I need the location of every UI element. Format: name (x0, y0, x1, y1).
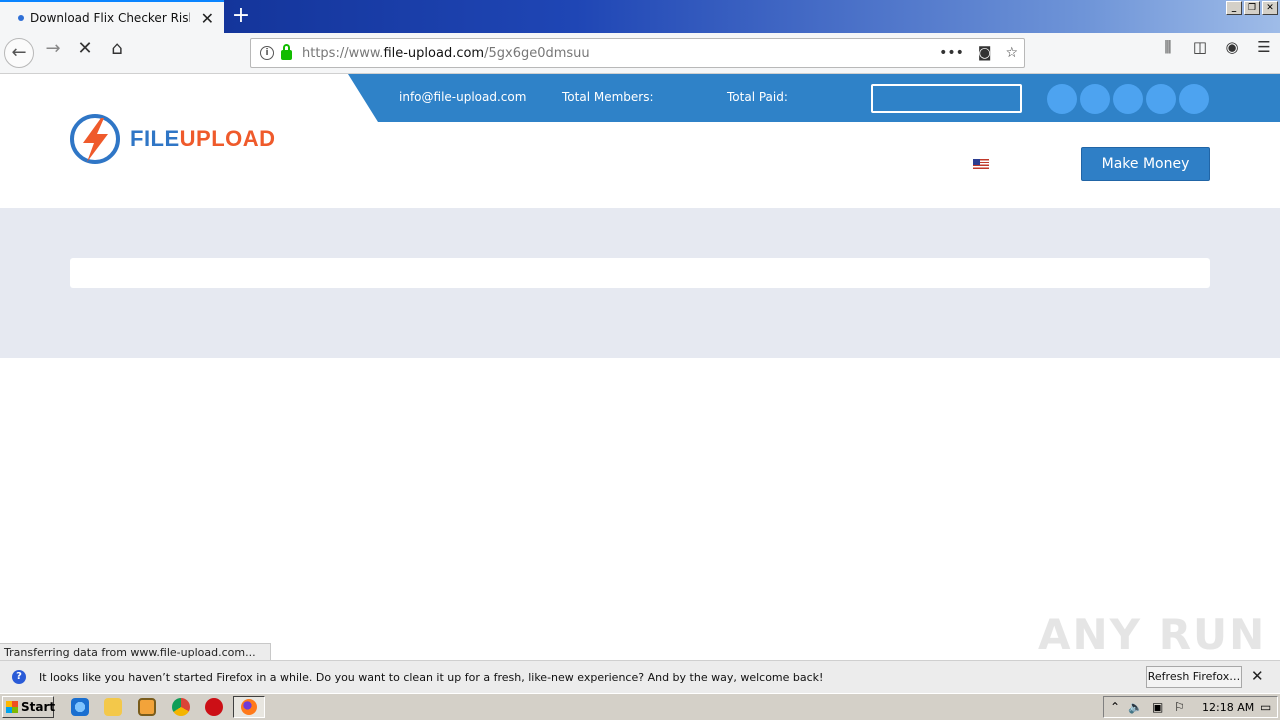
question-icon: ? (12, 670, 26, 684)
notification-message: It looks like you haven’t started Firefo… (39, 670, 824, 684)
taskbar: Start ⌃ 🔈 ▣ ⚐ 12:18 AM ▭ (0, 693, 1280, 720)
pocket-icon[interactable]: ◙ (978, 45, 992, 61)
url-bar[interactable]: i https://www.file-upload.com/5gx6ge0dms… (250, 38, 1025, 68)
logo-text-file: FILE (130, 126, 180, 151)
media-player-icon[interactable] (138, 698, 156, 716)
home-button[interactable]: ⌂ (102, 38, 132, 68)
page-actions-button[interactable]: ••• (939, 45, 964, 61)
flag-icon[interactable]: ⚐ (1174, 700, 1185, 714)
back-button[interactable]: ← (4, 38, 34, 68)
window-controls: _ ❐ ✕ (1226, 1, 1278, 15)
logo-text-upload: UPLOAD (179, 126, 276, 151)
url-text[interactable]: https://www.file-upload.com/5gx6ge0dmsuu (302, 46, 590, 61)
library-icon[interactable]: ⫼ (1152, 38, 1184, 68)
notification-close-icon[interactable]: ✕ (1251, 667, 1264, 685)
sidebar-icon[interactable]: ◫ (1184, 38, 1216, 68)
tab-title: Download Flix Checker Risky rar (30, 10, 190, 25)
opera-icon[interactable] (205, 698, 223, 716)
start-button[interactable]: Start (2, 696, 55, 718)
volume-icon[interactable]: 🔈 (1128, 700, 1143, 714)
new-tab-button[interactable]: + (228, 2, 254, 30)
make-money-button[interactable]: Make Money (1081, 147, 1210, 181)
network-icon[interactable]: ▣ (1152, 700, 1163, 714)
site-logo[interactable]: FILEUPLOAD (68, 112, 276, 166)
account-icon[interactable]: ◉ (1216, 38, 1248, 68)
browser-tab-bar: Download Flix Checker Risky rar ✕ + _ ❐ … (0, 0, 1280, 33)
tab-close-icon[interactable]: ✕ (201, 9, 214, 28)
web-page: info@file-upload.com Total Members: Tota… (0, 74, 1280, 660)
social-icon-5[interactable] (1179, 84, 1209, 114)
social-icon-3[interactable] (1113, 84, 1143, 114)
stop-button[interactable]: ✕ (70, 38, 100, 68)
total-paid-label: Total Paid: (727, 90, 788, 104)
menu-icon[interactable]: ☰ (1248, 38, 1280, 68)
window-close-button[interactable]: ✕ (1262, 1, 1278, 15)
content-band (0, 208, 1280, 358)
refresh-firefox-button[interactable]: Refresh Firefox… (1146, 666, 1242, 688)
ie-icon[interactable] (71, 698, 89, 716)
firefox-icon (241, 699, 257, 715)
system-tray: ⌃ 🔈 ▣ ⚐ 12:18 AM ▭ (1103, 696, 1278, 718)
browser-toolbar: ← → ✕ ⌂ i https://www.file-upload.com/5g… (0, 33, 1280, 74)
search-input[interactable] (871, 84, 1022, 113)
explorer-icon[interactable] (104, 698, 122, 716)
tab-favicon-icon (18, 14, 24, 21)
notification-bar: ? It looks like you haven’t started Fire… (0, 660, 1280, 693)
content-panel (70, 258, 1210, 288)
site-top-strip: info@file-upload.com Total Members: Tota… (348, 74, 1280, 122)
social-icon-1[interactable] (1047, 84, 1077, 114)
social-icon-2[interactable] (1080, 84, 1110, 114)
tray-expand-icon[interactable]: ⌃ (1110, 700, 1120, 714)
forward-button[interactable]: → (38, 38, 68, 68)
contact-email[interactable]: info@file-upload.com (399, 90, 526, 104)
star-icon[interactable]: ☆ (1005, 45, 1018, 61)
show-desktop-icon[interactable]: ▭ (1260, 700, 1271, 714)
restore-button[interactable]: ❐ (1244, 1, 1260, 15)
total-members-label: Total Members: (562, 90, 654, 104)
desktop: Download Flix Checker Risky rar ✕ + _ ❐ … (0, 0, 1280, 720)
status-bar: Transferring data from www.file-upload.c… (0, 643, 271, 660)
site-info-icon[interactable]: i (260, 46, 274, 60)
minimize-button[interactable]: _ (1226, 1, 1242, 15)
logo-bolt-icon (70, 114, 120, 164)
us-flag-icon[interactable] (973, 159, 989, 169)
chrome-icon[interactable] (172, 698, 190, 716)
lock-icon[interactable] (281, 44, 292, 60)
firefox-taskbar-button[interactable] (233, 696, 265, 718)
clock[interactable]: 12:18 AM (1202, 701, 1254, 714)
anyrun-watermark: ANY RUN (1038, 610, 1267, 659)
browser-tab[interactable]: Download Flix Checker Risky rar ✕ (0, 0, 224, 33)
social-links (1047, 84, 1209, 114)
social-icon-4[interactable] (1146, 84, 1176, 114)
